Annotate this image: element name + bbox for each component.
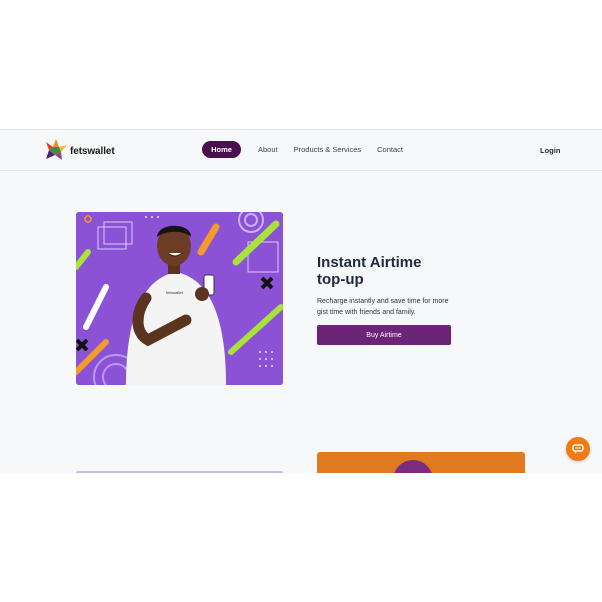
- nav-item-home[interactable]: Home: [202, 141, 241, 158]
- chat-bubble-icon: [572, 444, 584, 454]
- nav-item-products-services[interactable]: Products & Services: [294, 145, 362, 154]
- chat-button[interactable]: [566, 437, 590, 461]
- buy-airtime-button[interactable]: Buy Airtime: [317, 325, 451, 345]
- hero-title-line-1: Instant Airtime: [317, 254, 422, 271]
- nav-item-contact[interactable]: Contact: [377, 145, 403, 154]
- main-nav: Home About Products & Services Contact: [202, 141, 403, 158]
- nav-item-about[interactable]: About: [258, 145, 278, 154]
- next-section-image-left: [76, 471, 283, 473]
- next-section-image-right: [317, 452, 525, 473]
- brand-logo[interactable]: fetswallet: [44, 139, 115, 161]
- top-navigation-bar: fetswallet Home About Products & Service…: [0, 129, 602, 171]
- hero-description: Recharge instantly and save time for mor…: [317, 298, 449, 316]
- person-with-phone-illustration: fetswallet: [76, 212, 283, 385]
- hero-title: Instant Airtime top-up: [317, 254, 457, 288]
- login-link[interactable]: Login: [540, 146, 560, 155]
- hero-title-line-2: top-up: [317, 271, 364, 288]
- brand-name: fetswallet: [70, 146, 115, 157]
- fetswallet-logo-icon: [46, 139, 67, 160]
- hero-image: fetswallet: [76, 212, 283, 385]
- page-viewport: fetswallet Home About Products & Service…: [0, 129, 602, 473]
- shirt-text: fetswallet: [166, 290, 184, 295]
- cap-graphic: [393, 460, 433, 473]
